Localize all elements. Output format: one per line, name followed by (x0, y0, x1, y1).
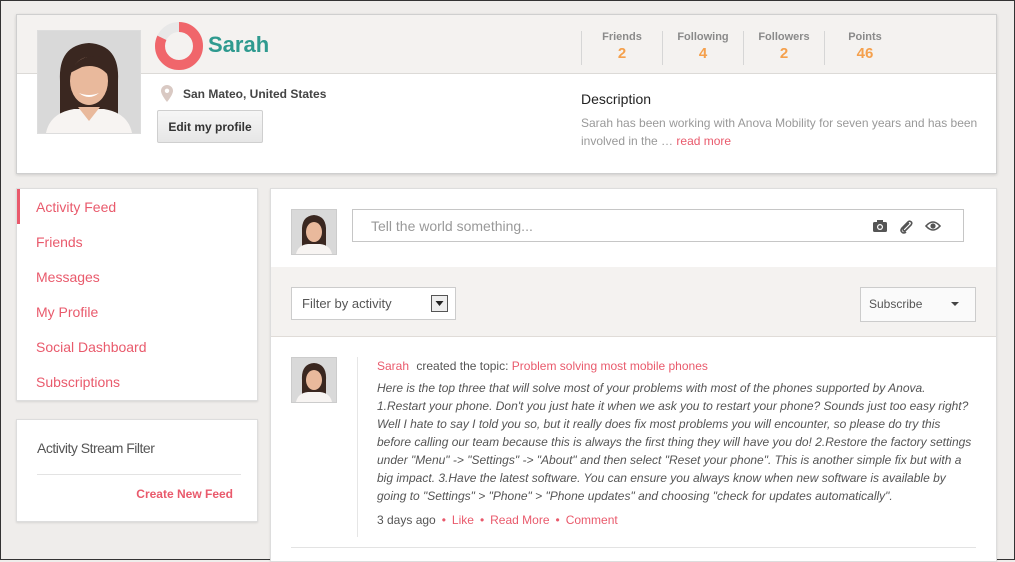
author-link[interactable]: Sarah (377, 359, 409, 373)
stat-value: 46 (856, 45, 874, 62)
stat-value: 4 (698, 45, 708, 62)
read-more-post-link[interactable]: Read More (490, 513, 549, 527)
active-indicator (17, 189, 20, 224)
location-text: San Mateo, United States (183, 86, 327, 101)
profile-name[interactable]: Sarah (208, 32, 269, 58)
read-more-link[interactable]: read more (676, 134, 731, 148)
post-time: 3 days ago (377, 513, 436, 527)
separator-dot: • (479, 513, 485, 527)
filter-select-label: Filter by activity (302, 296, 392, 311)
comment-link[interactable]: Comment (566, 513, 618, 527)
stat-value: 2 (617, 45, 627, 62)
description-text: Sarah has been working with Anova Mobili… (581, 114, 987, 150)
stat-following[interactable]: Following 4 (662, 31, 743, 65)
sidebar-item-messages[interactable]: Messages (36, 269, 100, 285)
stat-label: Followers (758, 31, 810, 43)
filter-by-activity-select[interactable]: Filter by activity (291, 287, 456, 320)
divider (291, 547, 976, 548)
stat-value: 2 (779, 45, 789, 62)
camera-icon[interactable] (873, 220, 887, 232)
composer-avatar (291, 209, 337, 255)
sidebar-item-activity-feed[interactable]: Activity Feed (36, 199, 116, 215)
separator-dot: • (441, 513, 446, 527)
post-avatar[interactable] (291, 357, 337, 403)
profile-avatar[interactable] (37, 30, 141, 134)
feed-action: created the topic: (416, 359, 509, 373)
dropdown-arrow-icon (431, 295, 448, 312)
subscribe-label: Subscribe (869, 297, 923, 311)
activity-stream-filter: Activity Stream Filter Create New Feed (16, 419, 258, 522)
like-link[interactable]: Like (452, 513, 474, 527)
divider (37, 474, 241, 475)
profile-stats: Friends 2 Following 4 Followers 2 Points… (581, 31, 905, 65)
location-pin-icon (161, 85, 173, 102)
stat-friends[interactable]: Friends 2 (581, 31, 662, 65)
paperclip-icon[interactable] (899, 220, 913, 234)
edit-profile-button[interactable]: Edit my profile (157, 110, 263, 143)
status-placeholder: Tell the world something... (371, 218, 533, 234)
chevron-down-icon (951, 302, 959, 306)
create-new-feed-link[interactable]: Create New Feed (136, 487, 233, 501)
composer-icons (873, 220, 941, 234)
subscribe-button[interactable]: Subscribe (860, 287, 976, 322)
separator-dot: • (555, 513, 560, 527)
feed-item-body: Here is the top three that will solve mo… (377, 381, 972, 503)
stat-label: Points (848, 31, 882, 43)
sidebar-item-social-dashboard[interactable]: Social Dashboard (36, 339, 147, 355)
stat-followers[interactable]: Followers 2 (743, 31, 824, 65)
stat-label: Friends (602, 31, 642, 43)
description-title: Description (581, 91, 652, 107)
stat-label: Following (677, 31, 729, 43)
filter-title: Activity Stream Filter (37, 440, 155, 456)
feed-divider (357, 357, 358, 537)
description-body: Sarah has been working with Anova Mobili… (581, 116, 978, 148)
profile-location: San Mateo, United States (161, 85, 326, 102)
activity-main: Tell the world something... Filter by ac… (270, 188, 997, 562)
profile-progress-ring (155, 22, 203, 70)
sidebar-item-subscriptions[interactable]: Subscriptions (36, 374, 120, 390)
feed-item-meta: 3 days ago • Like • Read More • Comment (377, 513, 618, 527)
feed-item-header: Sarah created the topic: Problem solving… (377, 359, 708, 373)
status-input[interactable]: Tell the world something... (352, 209, 964, 242)
sidebar-item-my-profile[interactable]: My Profile (36, 304, 98, 320)
eye-icon[interactable] (925, 220, 941, 232)
stat-points[interactable]: Points 46 (824, 31, 905, 65)
topic-link[interactable]: Problem solving most mobile phones (512, 359, 708, 373)
sidebar-nav: Activity Feed Friends Messages My Profil… (16, 188, 258, 401)
profile-card: Sarah Friends 2 Following 4 Followers 2 … (16, 14, 997, 174)
sidebar-item-friends[interactable]: Friends (36, 234, 83, 250)
